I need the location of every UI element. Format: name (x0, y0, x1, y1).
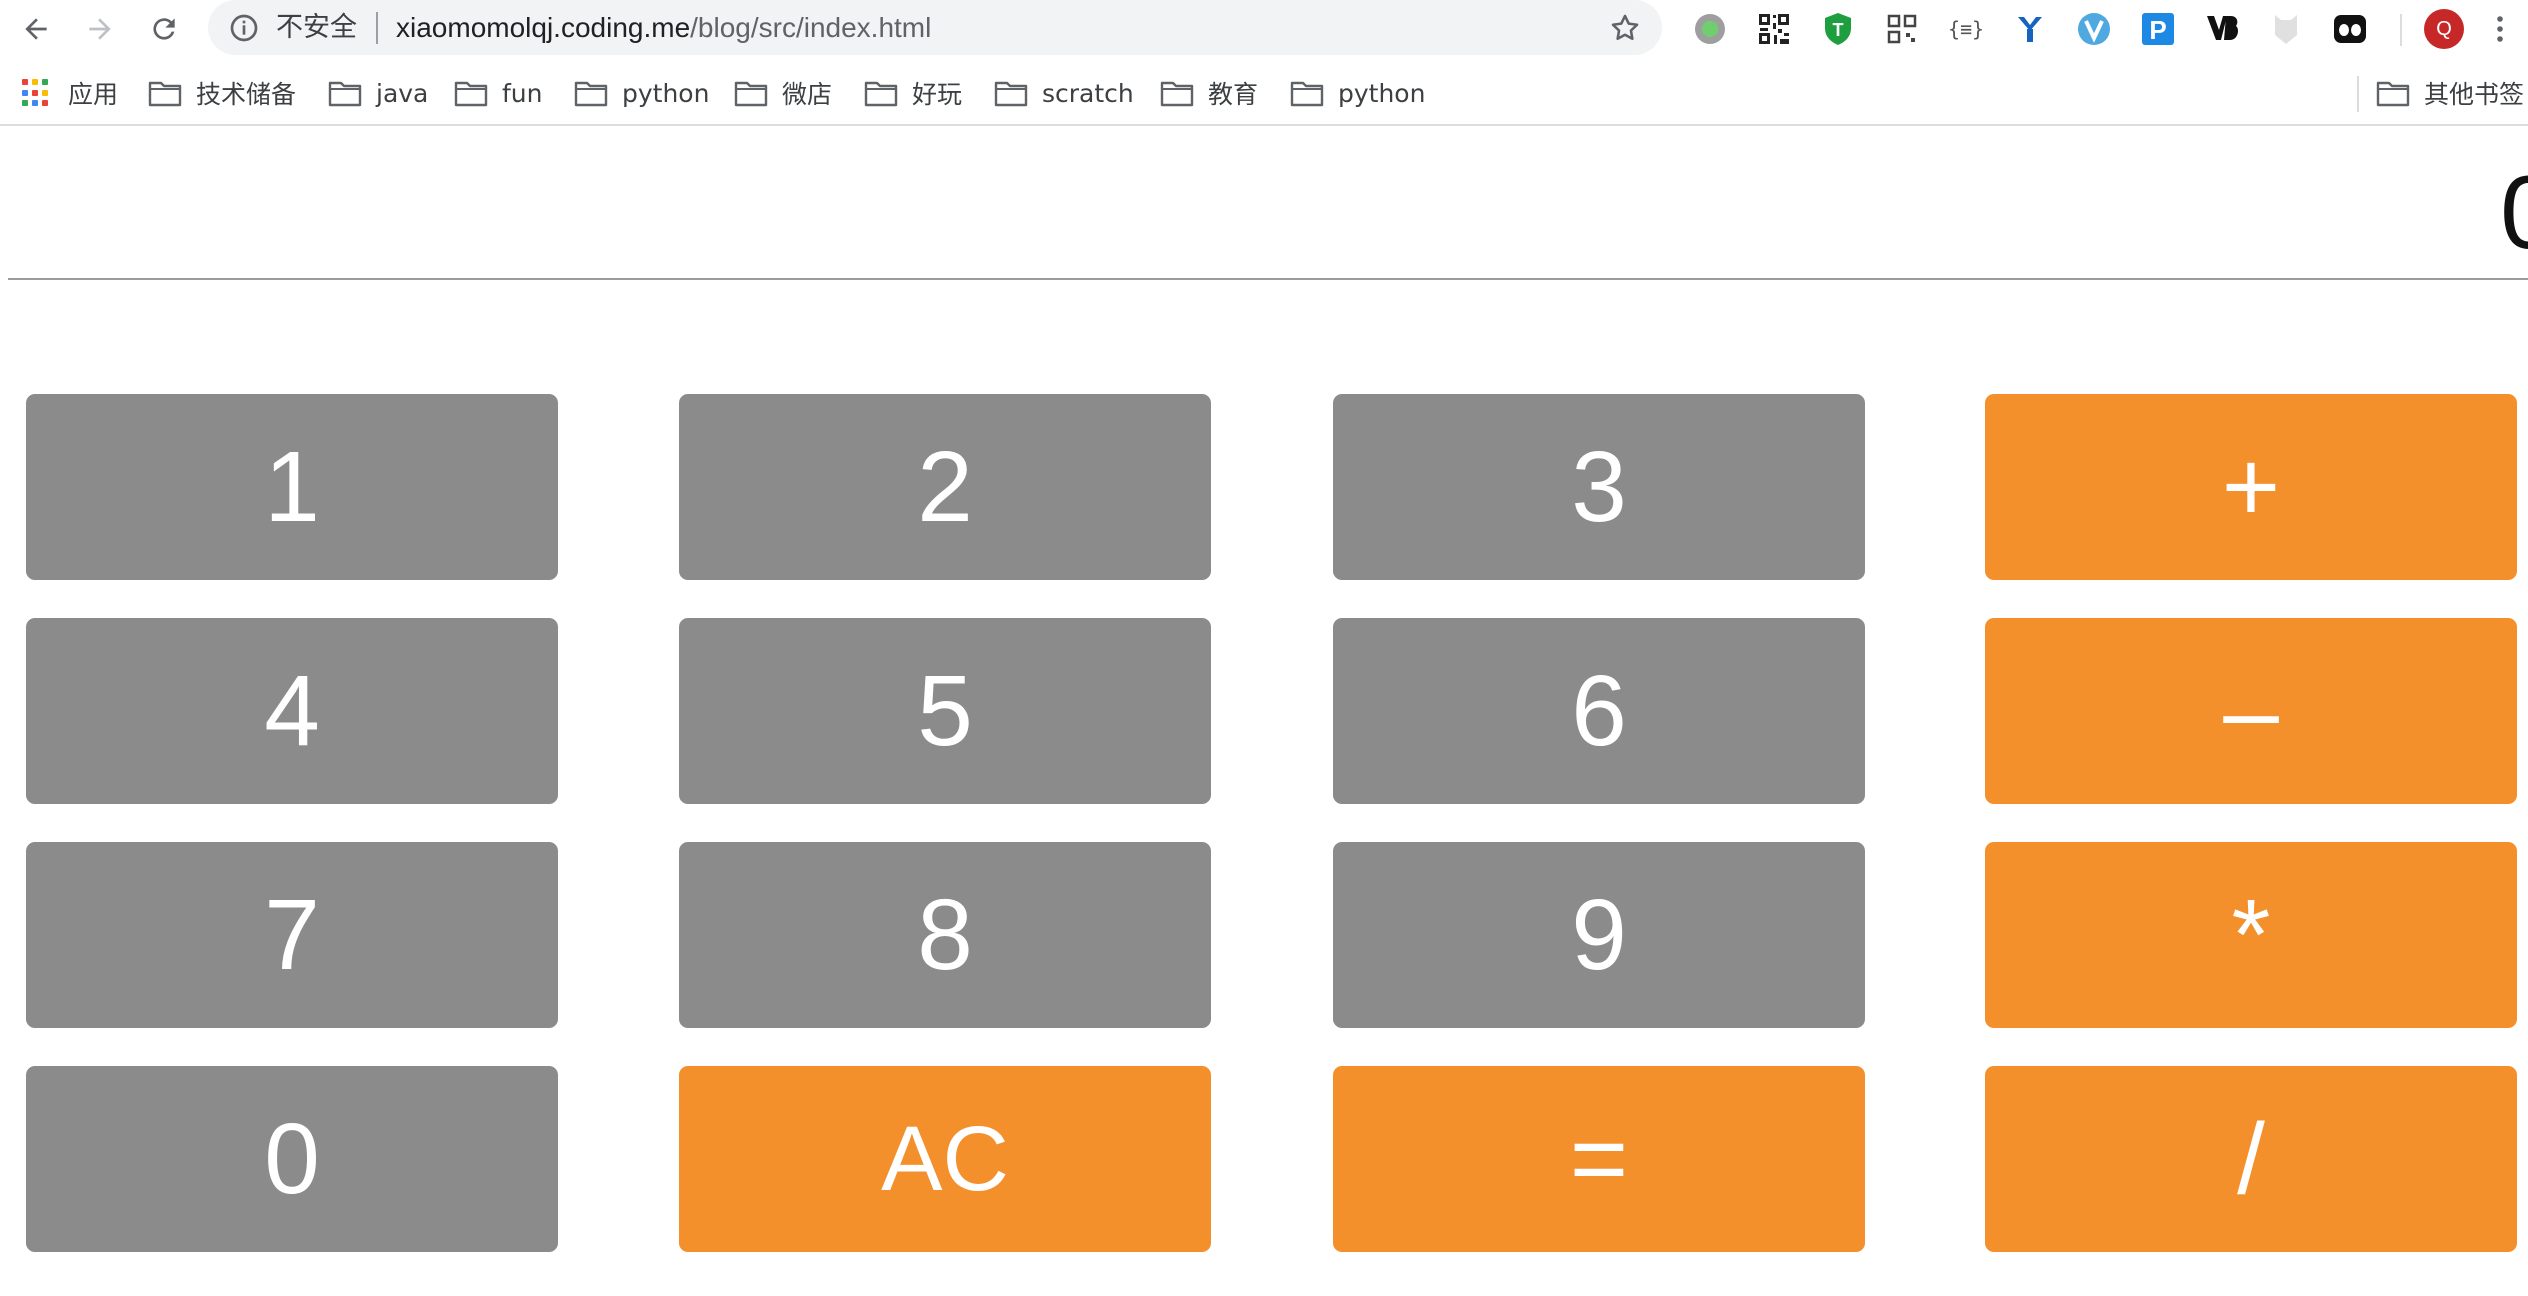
key-minus[interactable]: – (1985, 618, 2517, 804)
display-value: 0 (2500, 158, 2528, 268)
vb-icon[interactable] (2204, 11, 2240, 47)
folder-icon (994, 81, 1028, 107)
bookmarks-bar: 应用 技术储备 java fun python 微店 好玩 scratch 教育… (0, 62, 2528, 126)
key-8[interactable]: 8 (679, 842, 1211, 1028)
bookmark-other[interactable]: 其他书签 (2376, 76, 2524, 110)
key-clear[interactable]: AC (679, 1066, 1211, 1252)
bookmarks-divider (2357, 76, 2359, 112)
bookmark-label: 教育 (1208, 80, 1259, 109)
calculator-display: 0 (8, 128, 2528, 280)
omnibox-divider (376, 12, 378, 44)
svg-text:P: P (2149, 15, 2166, 45)
reload-icon (153, 18, 175, 40)
bookmark-label: scratch (1042, 78, 1134, 108)
folder-icon (148, 81, 182, 107)
info-icon[interactable] (228, 12, 260, 44)
key-4[interactable]: 4 (26, 618, 558, 804)
folder-icon (454, 81, 488, 107)
reload-button[interactable] (144, 9, 184, 49)
key-2[interactable]: 2 (679, 394, 1211, 580)
eyes-icon[interactable] (2332, 11, 2368, 47)
bookmark-folder[interactable]: scratch (994, 76, 1134, 110)
key-5[interactable]: 5 (679, 618, 1211, 804)
url-host: xiaomomolqj.coding.me (396, 12, 691, 43)
bookmark-label: fun (502, 78, 543, 108)
address-bar[interactable]: 不安全 xiaomomolqj.coding.me/blog/src/index… (208, 0, 1662, 55)
folder-icon (734, 81, 768, 107)
json-viewer-icon[interactable]: {≡} (1948, 11, 1984, 47)
folder-icon (2376, 81, 2410, 107)
svg-text:T: T (1833, 20, 1844, 40)
profile-avatar[interactable]: Q (2424, 9, 2464, 49)
arrow-right-icon (89, 18, 111, 40)
bookmark-label: 好玩 (912, 80, 963, 109)
key-1[interactable]: 1 (26, 394, 558, 580)
bookmark-folder[interactable]: fun (454, 76, 543, 110)
browser-toolbar: 不安全 xiaomomolqj.coding.me/blog/src/index… (0, 0, 2528, 58)
bookmark-folder[interactable]: java (328, 76, 428, 110)
bookmark-folder[interactable]: 微店 (734, 76, 832, 110)
back-button[interactable] (16, 9, 56, 49)
bookmark-folder[interactable]: 技术储备 (148, 76, 296, 110)
bookmark-folder[interactable]: python (1290, 76, 1425, 110)
calculator-keypad: 1 2 3 + 4 5 6 – 7 8 9 * 0 AC = / (0, 394, 2528, 1254)
folder-icon (864, 81, 898, 107)
folder-icon (574, 81, 608, 107)
key-6[interactable]: 6 (1333, 618, 1865, 804)
key-0[interactable]: 0 (26, 1066, 558, 1252)
bookmark-label: java (376, 78, 429, 108)
bookmark-label: python (622, 78, 710, 108)
bookmark-label: python (1338, 78, 1426, 108)
key-7[interactable]: 7 (26, 842, 558, 1028)
folder-icon (1290, 81, 1324, 107)
security-status[interactable]: 不安全 (276, 11, 357, 45)
bookmark-apps[interactable]: 应用 (22, 76, 118, 110)
bookmark-label: 应用 (68, 80, 119, 109)
key-equals[interactable]: = (1333, 1066, 1865, 1252)
forward-button[interactable] (80, 9, 120, 49)
ghost-icon[interactable] (2268, 11, 2304, 47)
url-path: /blog/src/index.html (690, 12, 932, 43)
key-plus[interactable]: + (1985, 394, 2517, 580)
bookmark-label: 其他书签 (2424, 80, 2525, 109)
v-icon[interactable] (2076, 11, 2112, 47)
key-9[interactable]: 9 (1333, 842, 1865, 1028)
bookmark-folder[interactable]: 教育 (1160, 76, 1258, 110)
key-divide[interactable]: / (1985, 1066, 2517, 1252)
arrow-left-icon (25, 18, 47, 40)
key-3[interactable]: 3 (1333, 394, 1865, 580)
apps-grid-icon (22, 79, 50, 107)
bookmark-star-icon[interactable] (1608, 11, 1642, 45)
menu-kebab-icon[interactable] (2488, 11, 2512, 47)
folder-icon (328, 81, 362, 107)
qr-code-icon[interactable] (1756, 11, 1792, 47)
folder-icon (1160, 81, 1194, 107)
bookmark-label: 微店 (782, 80, 833, 109)
shield-t-icon[interactable]: T (1820, 11, 1856, 47)
key-multiply[interactable]: * (1985, 842, 2517, 1028)
qr-code-small-icon[interactable] (1884, 11, 1920, 47)
bookmark-label: 技术储备 (196, 80, 297, 109)
url-text[interactable]: xiaomomolqj.coding.me/blog/src/index.htm… (396, 11, 931, 45)
circle-extension-icon[interactable] (1692, 11, 1728, 47)
bookmark-folder[interactable]: python (574, 76, 709, 110)
toolbar-divider (2400, 14, 2402, 46)
bookmark-folder[interactable]: 好玩 (864, 76, 962, 110)
p-icon[interactable]: P (2140, 11, 2176, 47)
y-icon[interactable] (2012, 11, 2048, 47)
